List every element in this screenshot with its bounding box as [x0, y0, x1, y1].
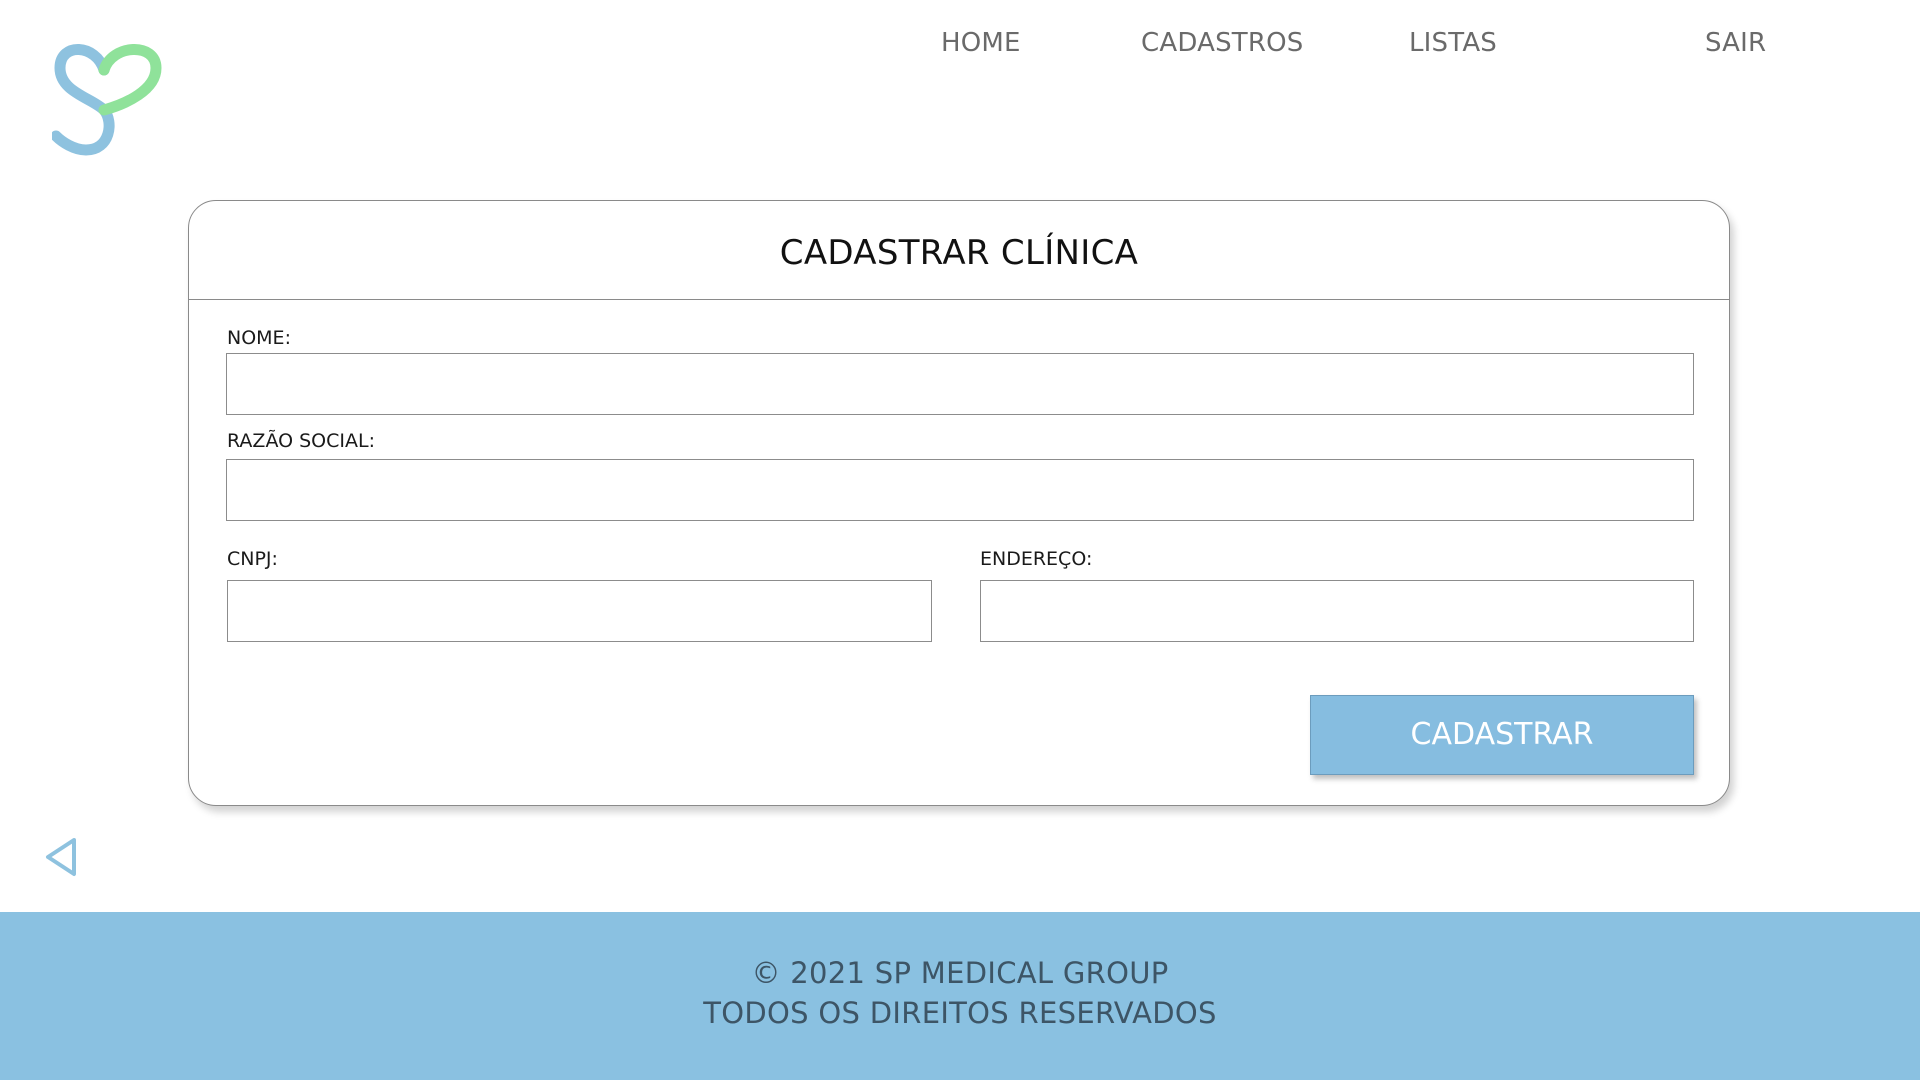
footer-copyright: © 2021 SP MEDICAL GROUP — [751, 956, 1169, 990]
nav-listas[interactable]: LISTAS — [1409, 28, 1497, 58]
clinic-form-card: CADASTRAR CLÍNICA NOME: RAZÃO SOCIAL: CN… — [188, 200, 1730, 806]
back-button[interactable] — [44, 836, 80, 878]
endereco-label: ENDEREÇO: — [980, 548, 1093, 570]
nav-cadastros[interactable]: CADASTROS — [1141, 28, 1304, 58]
nome-input[interactable] — [226, 353, 1694, 415]
razao-social-label: RAZÃO SOCIAL: — [227, 430, 375, 452]
sp-heart-logo-icon — [50, 44, 162, 156]
razao-social-input[interactable] — [226, 459, 1694, 521]
footer-rights: TODOS OS DIREITOS RESERVADOS — [703, 996, 1217, 1030]
nome-label: NOME: — [227, 327, 291, 349]
cnpj-label: CNPJ: — [227, 548, 278, 570]
back-triangle-icon — [46, 838, 76, 876]
form-title: CADASTRAR CLÍNICA — [779, 233, 1139, 273]
nav-home[interactable]: HOME — [941, 28, 1021, 58]
cnpj-input[interactable] — [227, 580, 932, 642]
footer: © 2021 SP MEDICAL GROUP TODOS OS DIREITO… — [0, 912, 1920, 1080]
endereco-input[interactable] — [980, 580, 1694, 642]
logo[interactable] — [50, 38, 164, 160]
nav-sair[interactable]: SAIR — [1705, 28, 1766, 58]
title-divider — [189, 299, 1729, 300]
cadastrar-button[interactable]: CADASTRAR — [1310, 695, 1694, 775]
